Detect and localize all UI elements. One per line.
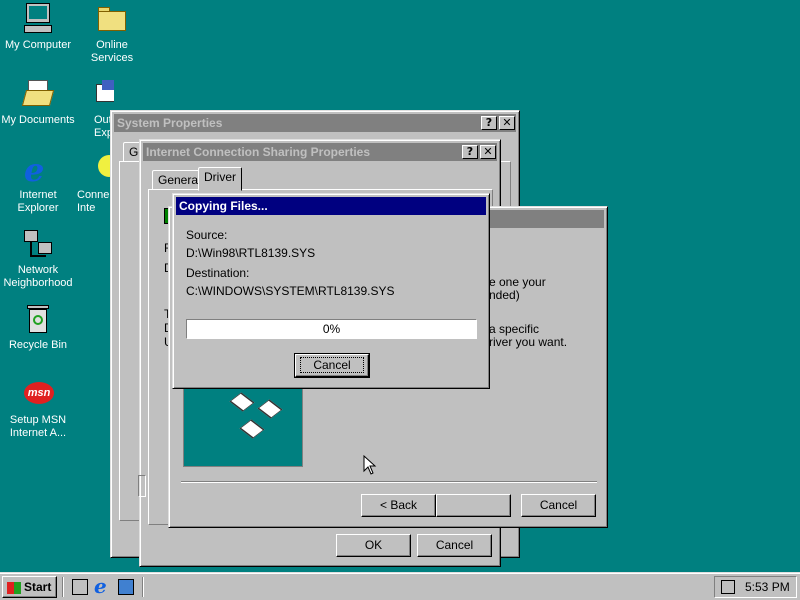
desktop-icon-outlook-express[interactable]: Outl Expr	[74, 78, 114, 140]
close-icon: ✕	[483, 145, 493, 158]
window-title: Internet Connection Sharing Properties	[146, 145, 371, 159]
window-title: System Properties	[117, 116, 223, 130]
close-button[interactable]: ✕	[480, 145, 496, 159]
folder-icon	[96, 3, 128, 35]
help-button[interactable]: ?	[462, 145, 478, 159]
source-label: Source:	[186, 228, 228, 242]
wizard-text: nded)	[489, 288, 520, 302]
tray-app-icon[interactable]	[721, 580, 735, 594]
internet-explorer-icon: e	[24, 151, 45, 189]
desktop-icon-label: Conne Inte	[77, 189, 110, 214]
copying-files-titlebar[interactable]: Copying Files...	[176, 197, 486, 215]
wizard-text: river you want.	[489, 335, 568, 349]
desktop-icon-network-neighborhood[interactable]: Network Neighborhood	[0, 228, 76, 290]
recycle-bin-icon	[22, 303, 54, 335]
close-icon: ✕	[502, 116, 512, 129]
desktop-icon-label: My Computer	[4, 39, 72, 51]
partial-button	[138, 475, 146, 497]
source-path: D:\Win98\RTL8139.SYS	[186, 246, 316, 260]
desktop-icon-connect-internet[interactable]: Conne Inte	[74, 153, 114, 215]
copying-files-dialog[interactable]: Copying Files... Source: D:\Win98\RTL813…	[172, 193, 490, 389]
start-button[interactable]: Start	[2, 576, 57, 598]
desktop-icon-recycle-bin[interactable]: Recycle Bin	[0, 303, 76, 352]
cancel-button[interactable]: Cancel	[294, 353, 370, 378]
documents-folder-icon	[21, 78, 55, 110]
quicklaunch-ie-icon[interactable]: e	[94, 575, 107, 597]
taskbar: Start e 5:53 PM	[0, 572, 800, 600]
help-icon: ?	[466, 145, 474, 158]
cancel-button[interactable]: Cancel	[417, 534, 492, 557]
wizard-text: a specific	[489, 322, 540, 336]
quicklaunch-channels-icon[interactable]	[118, 579, 134, 595]
desktop-icon-label: My Documents	[1, 114, 75, 126]
help-button[interactable]: ?	[481, 116, 497, 130]
my-computer-icon	[22, 3, 54, 35]
desktop-icon-label: Network Neighborhood	[3, 264, 73, 289]
desktop-icon-label: Outl Expr	[94, 114, 114, 139]
network-icon	[22, 228, 54, 260]
outlook-express-icon	[94, 78, 114, 110]
msn-icon: msn	[22, 378, 54, 410]
desktop-icon-internet-explorer[interactable]: e Internet Explorer	[0, 153, 76, 215]
mouse-cursor-icon	[363, 455, 377, 475]
taskbar-divider	[142, 577, 144, 597]
wizard-separator	[181, 481, 597, 483]
tab-driver[interactable]: Driver	[198, 167, 242, 191]
desktop-icon-label: Recycle Bin	[8, 339, 68, 351]
progress-bar: 0%	[186, 319, 477, 339]
desktop-icon-label: Internet Explorer	[17, 189, 59, 214]
next-button[interactable]	[436, 494, 511, 517]
desktop-icon-label: Online Services	[90, 39, 134, 64]
windows-logo-icon	[7, 581, 21, 594]
close-button[interactable]: ✕	[499, 116, 515, 130]
help-icon: ?	[485, 116, 493, 129]
destination-label: Destination:	[186, 266, 250, 280]
destination-path: C:\WINDOWS\SYSTEM\RTL8139.SYS	[186, 284, 395, 298]
desktop-icon-my-documents[interactable]: My Documents	[0, 78, 76, 127]
system-tray: 5:53 PM	[714, 576, 797, 598]
desktop-icon-setup-msn[interactable]: msn Setup MSN Internet A...	[0, 378, 76, 440]
desktop-icon-my-computer[interactable]: My Computer	[0, 3, 76, 52]
cancel-button[interactable]: Cancel	[521, 494, 596, 517]
ok-button[interactable]: OK	[336, 534, 411, 557]
progress-percent: 0%	[322, 322, 341, 336]
window-title: Copying Files...	[179, 199, 268, 213]
clock[interactable]: 5:53 PM	[745, 580, 790, 594]
ics-properties-titlebar[interactable]: Internet Connection Sharing Properties ?…	[143, 143, 497, 161]
back-button[interactable]: < Back	[361, 494, 436, 517]
system-properties-titlebar[interactable]: System Properties ? ✕	[114, 114, 516, 132]
quicklaunch-desktop-icon[interactable]	[72, 579, 88, 595]
wizard-text: e one your	[489, 275, 546, 289]
taskbar-divider	[62, 577, 64, 597]
desktop-icon-label: Setup MSN Internet A...	[9, 414, 67, 439]
desktop-icon-online-services[interactable]: Online Services	[74, 3, 150, 65]
